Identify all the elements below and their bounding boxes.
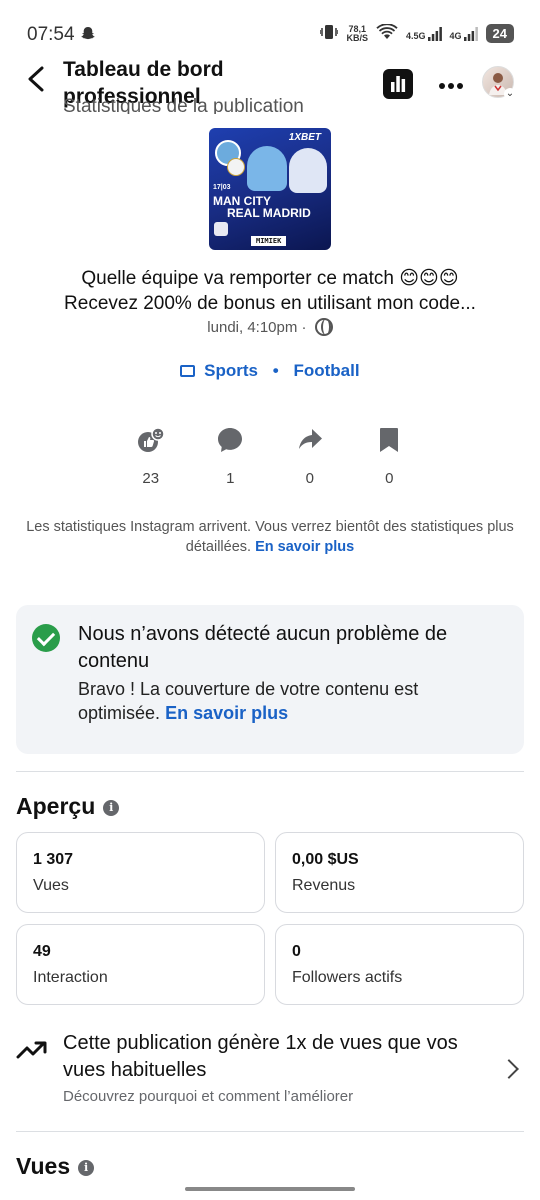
content-check-card: Nous n’avons détecté aucun problème de c… bbox=[16, 605, 524, 754]
info-icon[interactable]: i bbox=[103, 800, 120, 816]
metric-reactions-value: 23 bbox=[142, 470, 160, 487]
overview-title: Aperçu bbox=[16, 793, 96, 819]
bookmark-icon bbox=[380, 428, 399, 452]
overview-label: Followers actifs bbox=[292, 969, 403, 986]
overview-value: 0 bbox=[292, 943, 301, 960]
metric-saves[interactable]: 0 bbox=[350, 424, 430, 494]
net-speed: 78,1 KB/S bbox=[346, 23, 368, 43]
overview-value: 49 bbox=[33, 943, 51, 960]
chevron-down-icon[interactable]: ⌄ bbox=[504, 88, 516, 100]
content-check-body: Bravo ! La couverture de votre contenu e… bbox=[78, 677, 498, 725]
tag-icon bbox=[180, 365, 196, 377]
thumb-brand: 1XBET bbox=[288, 132, 321, 143]
vibrate-icon bbox=[319, 24, 340, 43]
check-circle-icon bbox=[32, 624, 60, 652]
overview-label: Interaction bbox=[33, 969, 108, 986]
metric-comments[interactable]: 1 bbox=[191, 424, 271, 494]
metric-saves-value: 0 bbox=[385, 470, 394, 487]
post-tags: Sports • Football bbox=[0, 361, 540, 381]
engagement-metrics: 23 1 0 0 bbox=[111, 424, 429, 494]
performance-insight[interactable]: Cette publication génère 1x de vues que … bbox=[16, 1030, 524, 1114]
carousel-icon bbox=[214, 222, 228, 236]
bar-chart-icon bbox=[391, 76, 406, 92]
snapchat-icon bbox=[80, 26, 96, 47]
signal-4-5g: 4.5G bbox=[406, 26, 442, 41]
thumb-team2: REAL MADRID bbox=[227, 206, 311, 220]
thumb-date: 17|03 bbox=[213, 184, 231, 191]
learn-more-link[interactable]: En savoir plus bbox=[255, 539, 354, 555]
player-image bbox=[247, 146, 287, 191]
player-image bbox=[289, 148, 327, 193]
real-madrid-crest-icon bbox=[227, 158, 245, 176]
divider bbox=[16, 1131, 524, 1132]
chevron-right-icon bbox=[499, 1059, 519, 1079]
overview-card-interaction[interactable]: 49 Interaction bbox=[16, 924, 265, 1005]
content-check-link[interactable]: En savoir plus bbox=[165, 703, 288, 723]
post-thumbnail[interactable]: 1XBET 17|03 MAN CITY REAL MADRID MIMIEK bbox=[209, 128, 331, 250]
overview-card-views[interactable]: 1 307 Vues bbox=[16, 832, 265, 913]
app-header: Tableau de bord professionnel Statistiqu… bbox=[0, 52, 540, 114]
status-bar: 07:54 78,1 KB/S 4.5G 4G 24 bbox=[0, 0, 540, 60]
reactions-icon bbox=[137, 427, 165, 452]
views-title: Vues bbox=[16, 1153, 71, 1179]
thumb-promo-code: MIMIEK bbox=[251, 236, 287, 246]
views-section-title: Vues i bbox=[16, 1153, 95, 1180]
share-icon bbox=[298, 429, 322, 449]
wifi-icon bbox=[376, 23, 398, 43]
content-check-title: Nous n’avons détecté aucun problème de c… bbox=[78, 623, 448, 672]
overview-label: Vues bbox=[33, 877, 69, 894]
insight-subtitle: Découvrez pourquoi et comment l’améliore… bbox=[63, 1088, 354, 1105]
tag-sports[interactable]: Sports bbox=[204, 361, 258, 380]
divider bbox=[16, 771, 524, 772]
trending-up-icon bbox=[16, 1041, 47, 1059]
more-options-icon[interactable] bbox=[438, 68, 464, 94]
back-arrow-icon[interactable] bbox=[22, 64, 52, 94]
signal-4g: 4G bbox=[450, 26, 478, 41]
post-date-row: lundi, 4:10pm · bbox=[0, 318, 540, 336]
tag-separator: • bbox=[272, 361, 279, 380]
instagram-note: Les statistiques Instagram arrivent. Vou… bbox=[20, 517, 520, 557]
battery-indicator: 24 bbox=[485, 24, 514, 43]
caption-line-1: Quelle équipe va remporter ce match 😊😊😊 bbox=[81, 268, 459, 289]
stats-button[interactable] bbox=[383, 69, 413, 99]
page-subtitle: Statistiques de la publication bbox=[63, 96, 304, 114]
status-icons: 78,1 KB/S 4.5G 4G 24 bbox=[319, 23, 514, 43]
overview-value: 1 307 bbox=[33, 851, 74, 868]
metric-shares-value: 0 bbox=[305, 470, 314, 487]
overview-value: 0,00 $US bbox=[292, 851, 359, 868]
metric-reactions[interactable]: 23 bbox=[111, 424, 191, 494]
overview-section-title: Aperçu i bbox=[16, 793, 120, 820]
metric-comments-value: 1 bbox=[226, 470, 235, 487]
caption-line-2: Recevez 200% de bonus en utilisant mon c… bbox=[64, 293, 476, 314]
status-time: 07:54 bbox=[27, 24, 75, 45]
metric-shares[interactable]: 0 bbox=[270, 424, 350, 494]
overview-card-revenue[interactable]: 0,00 $US Revenus bbox=[275, 832, 524, 913]
post-caption: Quelle équipe va remporter ce match 😊😊😊 … bbox=[20, 266, 520, 316]
info-icon[interactable]: i bbox=[78, 1160, 95, 1176]
comment-icon bbox=[218, 428, 243, 452]
insight-title: Cette publication génère 1x de vues que … bbox=[63, 1032, 458, 1081]
overview-card-active-followers[interactable]: 0 Followers actifs bbox=[275, 924, 524, 1005]
globe-icon bbox=[314, 318, 333, 336]
home-indicator[interactable] bbox=[185, 1187, 355, 1191]
post-date: lundi, 4:10pm · bbox=[207, 319, 307, 336]
overview-label: Revenus bbox=[292, 877, 356, 894]
tag-football[interactable]: Football bbox=[293, 361, 359, 380]
